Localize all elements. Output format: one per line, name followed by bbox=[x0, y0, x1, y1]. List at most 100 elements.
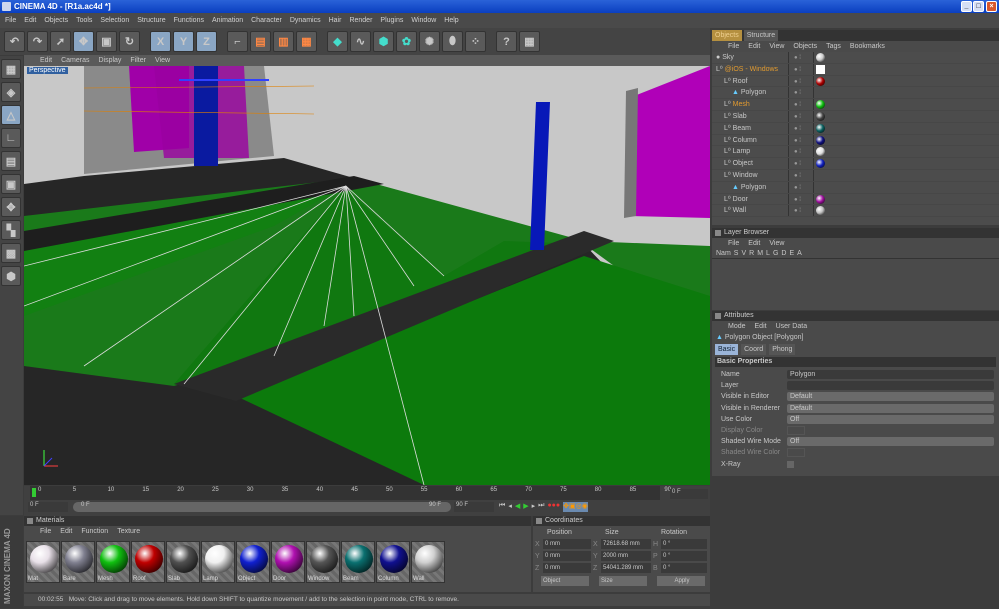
material-swatch[interactable]: Mat bbox=[26, 541, 60, 583]
object-row[interactable]: L⁰ Wall ● ⁞ bbox=[712, 205, 999, 218]
layer-menu-view[interactable]: View bbox=[769, 238, 784, 249]
render-picture-viewer-icon[interactable]: ▥ bbox=[273, 31, 294, 52]
menu-help[interactable]: Help bbox=[444, 13, 458, 28]
attributes-menu-mode[interactable]: Mode bbox=[728, 321, 746, 332]
scale-icon[interactable]: ▣ bbox=[96, 31, 117, 52]
record-icon[interactable]: ●●● bbox=[547, 502, 560, 512]
attributes-menu-edit[interactable]: Edit bbox=[755, 321, 767, 332]
menu-objects[interactable]: Objects bbox=[44, 13, 68, 28]
visibility-dots[interactable]: ● ⁞ bbox=[788, 134, 814, 146]
attribute-field-visible-in-renderer[interactable]: Default bbox=[787, 403, 994, 413]
attributes-menu-user-data[interactable]: User Data bbox=[776, 321, 808, 332]
edges-mode-icon[interactable]: ∟ bbox=[1, 128, 21, 148]
end-frame-field[interactable]: 90 F bbox=[454, 502, 494, 512]
render-settings-icon[interactable]: ▦ bbox=[296, 31, 317, 52]
material-tag-icon[interactable] bbox=[816, 159, 825, 169]
viewport-menu-display[interactable]: Display bbox=[98, 55, 121, 66]
array-icon[interactable]: ✿ bbox=[396, 31, 417, 52]
visibility-dots[interactable]: ● ⁞ bbox=[788, 181, 814, 193]
material-tag-icon[interactable] bbox=[816, 194, 825, 204]
material-swatch[interactable]: Mesh bbox=[96, 541, 130, 583]
rotation-field[interactable]: 0 ° bbox=[661, 551, 707, 561]
om-menu-tags[interactable]: Tags bbox=[826, 41, 841, 52]
points-mode-icon[interactable]: △ bbox=[1, 105, 21, 125]
material-swatch[interactable]: Slab bbox=[166, 541, 200, 583]
object-row[interactable]: L⁰ Mesh ● ⁞ bbox=[712, 99, 999, 111]
om-menu-view[interactable]: View bbox=[769, 41, 784, 52]
prev-key-icon[interactable]: ◂ bbox=[508, 502, 512, 512]
materials-menu-file[interactable]: File bbox=[40, 526, 51, 537]
material-tag-icon[interactable] bbox=[816, 111, 825, 121]
z-axis-icon[interactable]: Z bbox=[196, 31, 217, 52]
key-mode-icon[interactable]: ✥▣◎◉ bbox=[563, 502, 588, 512]
material-swatch[interactable]: Column bbox=[376, 541, 410, 583]
tab-objects[interactable]: Objects bbox=[712, 30, 742, 41]
play-reverse-icon[interactable]: ◀ bbox=[515, 502, 520, 512]
menu-character[interactable]: Character bbox=[251, 13, 282, 28]
playhead[interactable] bbox=[32, 488, 36, 497]
render-view-icon[interactable]: ▤ bbox=[250, 31, 271, 52]
attribute-field-use-color[interactable]: Off bbox=[787, 414, 994, 424]
material-tag-icon[interactable] bbox=[816, 123, 825, 133]
go-to-start-icon[interactable]: ⏮ bbox=[499, 502, 505, 512]
visibility-dots[interactable]: ● ⁞ bbox=[788, 193, 814, 205]
layer-column-m[interactable]: M bbox=[757, 249, 763, 258]
menu-file[interactable]: File bbox=[5, 13, 16, 28]
menu-tools[interactable]: Tools bbox=[76, 13, 92, 28]
visibility-dots[interactable]: ● ⁞ bbox=[788, 63, 814, 75]
object-row[interactable]: L⁰ Door ● ⁞ bbox=[712, 193, 999, 206]
visibility-dots[interactable]: ● ⁞ bbox=[788, 158, 814, 169]
attribute-field-visible-in-editor[interactable]: Default bbox=[787, 392, 994, 402]
color-swatch[interactable] bbox=[787, 425, 805, 435]
layer-column-e[interactable]: E bbox=[789, 249, 794, 258]
menu-render[interactable]: Render bbox=[349, 13, 372, 28]
x-axis-icon[interactable]: X bbox=[150, 31, 171, 52]
material-tag-icon[interactable] bbox=[816, 135, 825, 145]
move-icon[interactable]: ✥ bbox=[73, 31, 94, 52]
layer-column-v[interactable]: V bbox=[741, 249, 746, 258]
material-swatch[interactable]: Beam bbox=[341, 541, 375, 583]
nurbs-icon[interactable]: ⬢ bbox=[373, 31, 394, 52]
attribute-field-layer[interactable] bbox=[787, 381, 994, 391]
coordinate-mode-dropdown[interactable]: Object bbox=[541, 576, 589, 586]
polygons-mode-icon[interactable]: ▤ bbox=[1, 151, 21, 171]
visibility-dots[interactable]: ● ⁞ bbox=[788, 205, 814, 217]
attribute-field-name[interactable]: Polygon bbox=[787, 370, 994, 379]
y-axis-icon[interactable]: Y bbox=[173, 31, 194, 52]
material-swatch[interactable]: Bare bbox=[61, 541, 95, 583]
rotation-field[interactable]: 0 ° bbox=[661, 539, 707, 549]
material-tag-icon[interactable] bbox=[816, 147, 825, 157]
object-row[interactable]: L⁰ @iOS - Windows ● ⁞ bbox=[712, 63, 999, 76]
object-mode-icon[interactable]: ◈ bbox=[1, 82, 21, 102]
attribute-field-shaded-wire-mode[interactable]: Off bbox=[787, 437, 994, 447]
menu-window[interactable]: Window bbox=[411, 13, 436, 28]
object-row[interactable]: ● Sky ● ⁞ bbox=[712, 52, 999, 64]
menu-dynamics[interactable]: Dynamics bbox=[290, 13, 321, 28]
3d-viewport[interactable]: Perspective bbox=[24, 66, 710, 485]
layer-column-d[interactable]: D bbox=[781, 249, 786, 258]
minimize-button[interactable]: _ bbox=[961, 1, 972, 12]
visibility-dots[interactable]: ● ⁞ bbox=[788, 169, 814, 181]
layer-column-s[interactable]: S bbox=[734, 249, 739, 258]
material-swatch[interactable]: Door bbox=[271, 541, 305, 583]
material-swatch[interactable]: Object bbox=[236, 541, 270, 583]
layer-menu-file[interactable]: File bbox=[728, 238, 739, 249]
size-field[interactable]: 2000 mm bbox=[601, 551, 651, 561]
viewport-menu-cameras[interactable]: Cameras bbox=[61, 55, 89, 66]
layer-column-nam[interactable]: Nam bbox=[716, 249, 731, 258]
tweak-mode-icon[interactable]: ▚ bbox=[1, 220, 21, 240]
timeline-ruler[interactable]: 0 5 10 15 20 25 30 35 40 45 50 55 60 65 70 75 80 85 90 bbox=[30, 486, 671, 500]
scene-icon[interactable]: ⬮ bbox=[442, 31, 463, 52]
object-row[interactable]: ▲ Polygon ● ⁞ bbox=[712, 181, 999, 194]
om-menu-file[interactable]: File bbox=[728, 41, 739, 52]
apply-button[interactable]: Apply bbox=[657, 576, 705, 586]
model-mode-icon[interactable]: ▦ bbox=[1, 59, 21, 79]
help-icon[interactable]: ? bbox=[496, 31, 517, 52]
viewport-menu-filter[interactable]: Filter bbox=[130, 55, 146, 66]
layer-menu-edit[interactable]: Edit bbox=[748, 238, 760, 249]
om-menu-bookmarks[interactable]: Bookmarks bbox=[850, 41, 885, 52]
layer-column-l[interactable]: L bbox=[766, 249, 770, 258]
viewport-menu-edit[interactable]: Edit bbox=[40, 55, 52, 66]
layer-column-a[interactable]: A bbox=[797, 249, 802, 258]
current-frame-field[interactable]: 0 F bbox=[670, 489, 708, 499]
